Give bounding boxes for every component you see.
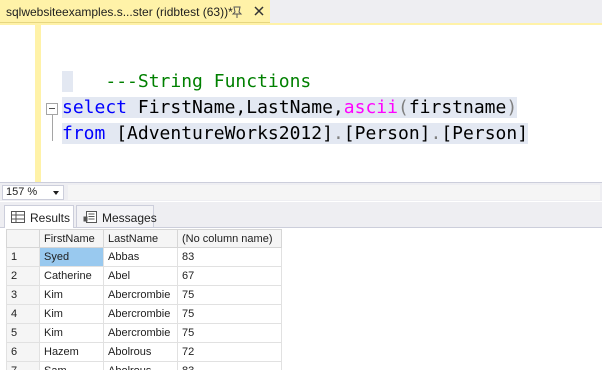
table-cell[interactable]: Kim xyxy=(39,304,104,324)
table-cell[interactable]: 83 xyxy=(177,247,282,267)
table-row: 4 Kim Abercrombie 75 xyxy=(6,304,282,324)
row-number[interactable]: 6 xyxy=(6,342,40,362)
collapse-region-icon[interactable] xyxy=(46,103,58,115)
pin-icon[interactable] xyxy=(230,5,244,19)
query-tab-title: sqlwebsiteexamples.s...ster (ridbtest (6… xyxy=(6,5,233,19)
zoom-value: 157 % xyxy=(6,186,38,198)
editor-margin xyxy=(0,25,36,182)
dot-separator: . xyxy=(430,123,442,144)
query-editor[interactable]: ---String Functions select FirstName,Las… xyxy=(0,25,602,182)
column-list: FirstName,LastName, xyxy=(127,97,344,118)
function-ascii: ascii xyxy=(343,97,398,118)
function-argument: firstname xyxy=(408,97,507,118)
table-cell[interactable]: Kim xyxy=(39,285,104,305)
column-header-lastname[interactable]: LastName xyxy=(103,229,178,248)
table-cell[interactable]: 67 xyxy=(177,266,282,286)
zoom-dropdown[interactable]: 157 % xyxy=(2,185,64,200)
result-tabs: Results Messages xyxy=(0,202,602,228)
table-cell[interactable]: 83 xyxy=(177,361,282,370)
table-cell[interactable]: Abercrombie xyxy=(103,285,178,305)
document-tab-strip: sqlwebsiteexamples.s...ster (ridbtest (6… xyxy=(0,0,602,24)
table-cell[interactable]: Abel xyxy=(103,266,178,286)
grid-header-row: FirstName LastName (No column name) xyxy=(6,229,282,248)
dot-separator: . xyxy=(332,123,344,144)
table-row: 1 Syed Abbas 83 xyxy=(6,247,282,267)
table-cell[interactable]: Abbas xyxy=(103,247,178,267)
table-cell[interactable]: Abolrous xyxy=(103,342,178,362)
row-number[interactable]: 7 xyxy=(6,361,40,370)
table-cell[interactable]: 75 xyxy=(177,304,282,324)
row-number[interactable]: 1 xyxy=(6,247,40,267)
chevron-down-icon[interactable] xyxy=(53,191,59,195)
results-grid-area: FirstName LastName (No column name) 1 Sy… xyxy=(0,229,602,370)
row-number[interactable]: 4 xyxy=(6,304,40,324)
table-cell[interactable]: Kim xyxy=(39,323,104,343)
horizontal-scrollbar[interactable] xyxy=(68,185,600,200)
schema-name: [Person] xyxy=(343,123,431,144)
fold-guide-line xyxy=(52,115,53,141)
table-cell[interactable]: Syed xyxy=(39,247,104,267)
table-cell[interactable]: Sam xyxy=(39,361,104,370)
row-number[interactable]: 5 xyxy=(6,323,40,343)
table-cell[interactable]: Catherine xyxy=(39,266,104,286)
tab-results[interactable]: Results xyxy=(4,205,74,228)
query-document-tab[interactable]: sqlwebsiteexamples.s...ster (ridbtest (6… xyxy=(0,0,270,23)
results-grid[interactable]: FirstName LastName (No column name) 1 Sy… xyxy=(6,229,282,370)
table-cell[interactable]: 72 xyxy=(177,342,282,362)
close-icon[interactable] xyxy=(252,4,266,18)
paren-close: ) xyxy=(506,97,518,118)
row-number[interactable]: 3 xyxy=(6,285,40,305)
editor-status-bar: 157 % xyxy=(0,182,602,201)
grid-icon xyxy=(11,211,25,223)
tab-messages[interactable]: Messages xyxy=(76,205,157,228)
table-row: 2 Catherine Abel 67 xyxy=(6,266,282,286)
table-cell[interactable]: Abolrous xyxy=(103,361,178,370)
code-line-from: from [AdventureWorks2012].[Person].[Pers… xyxy=(62,121,529,147)
table-cell[interactable]: Hazem xyxy=(39,342,104,362)
blank-selection xyxy=(62,71,73,92)
sql-comment: ---String Functions xyxy=(105,71,312,92)
change-tracking-bar xyxy=(35,25,41,182)
table-cell[interactable]: 75 xyxy=(177,285,282,305)
paren-open: ( xyxy=(397,97,409,118)
tab-messages-label: Messages xyxy=(102,211,157,225)
table-name: [Person] xyxy=(441,123,529,144)
column-header-firstname[interactable]: FirstName xyxy=(39,229,104,248)
table-cell[interactable]: Abercrombie xyxy=(103,304,178,324)
table-row: 6 Hazem Abolrous 72 xyxy=(6,342,282,362)
code-line-blank xyxy=(62,69,73,95)
code-line-select: select FirstName,LastName,ascii(firstnam… xyxy=(62,95,518,121)
keyword-select: select xyxy=(62,97,128,118)
table-cell[interactable]: Abercrombie xyxy=(103,323,178,343)
database-name: [AdventureWorks2012] xyxy=(116,123,333,144)
table-row: 7 Sam Abolrous 83 xyxy=(6,361,282,370)
messages-icon xyxy=(83,211,97,223)
tab-results-label: Results xyxy=(30,211,71,225)
table-row: 5 Kim Abercrombie 75 xyxy=(6,323,282,343)
table-row: 3 Kim Abercrombie 75 xyxy=(6,285,282,305)
row-number-header[interactable] xyxy=(6,229,40,248)
keyword-from: from xyxy=(62,123,106,144)
column-header-no-column-name[interactable]: (No column name) xyxy=(177,229,282,248)
row-number[interactable]: 2 xyxy=(6,266,40,286)
table-cell[interactable]: 75 xyxy=(177,323,282,343)
